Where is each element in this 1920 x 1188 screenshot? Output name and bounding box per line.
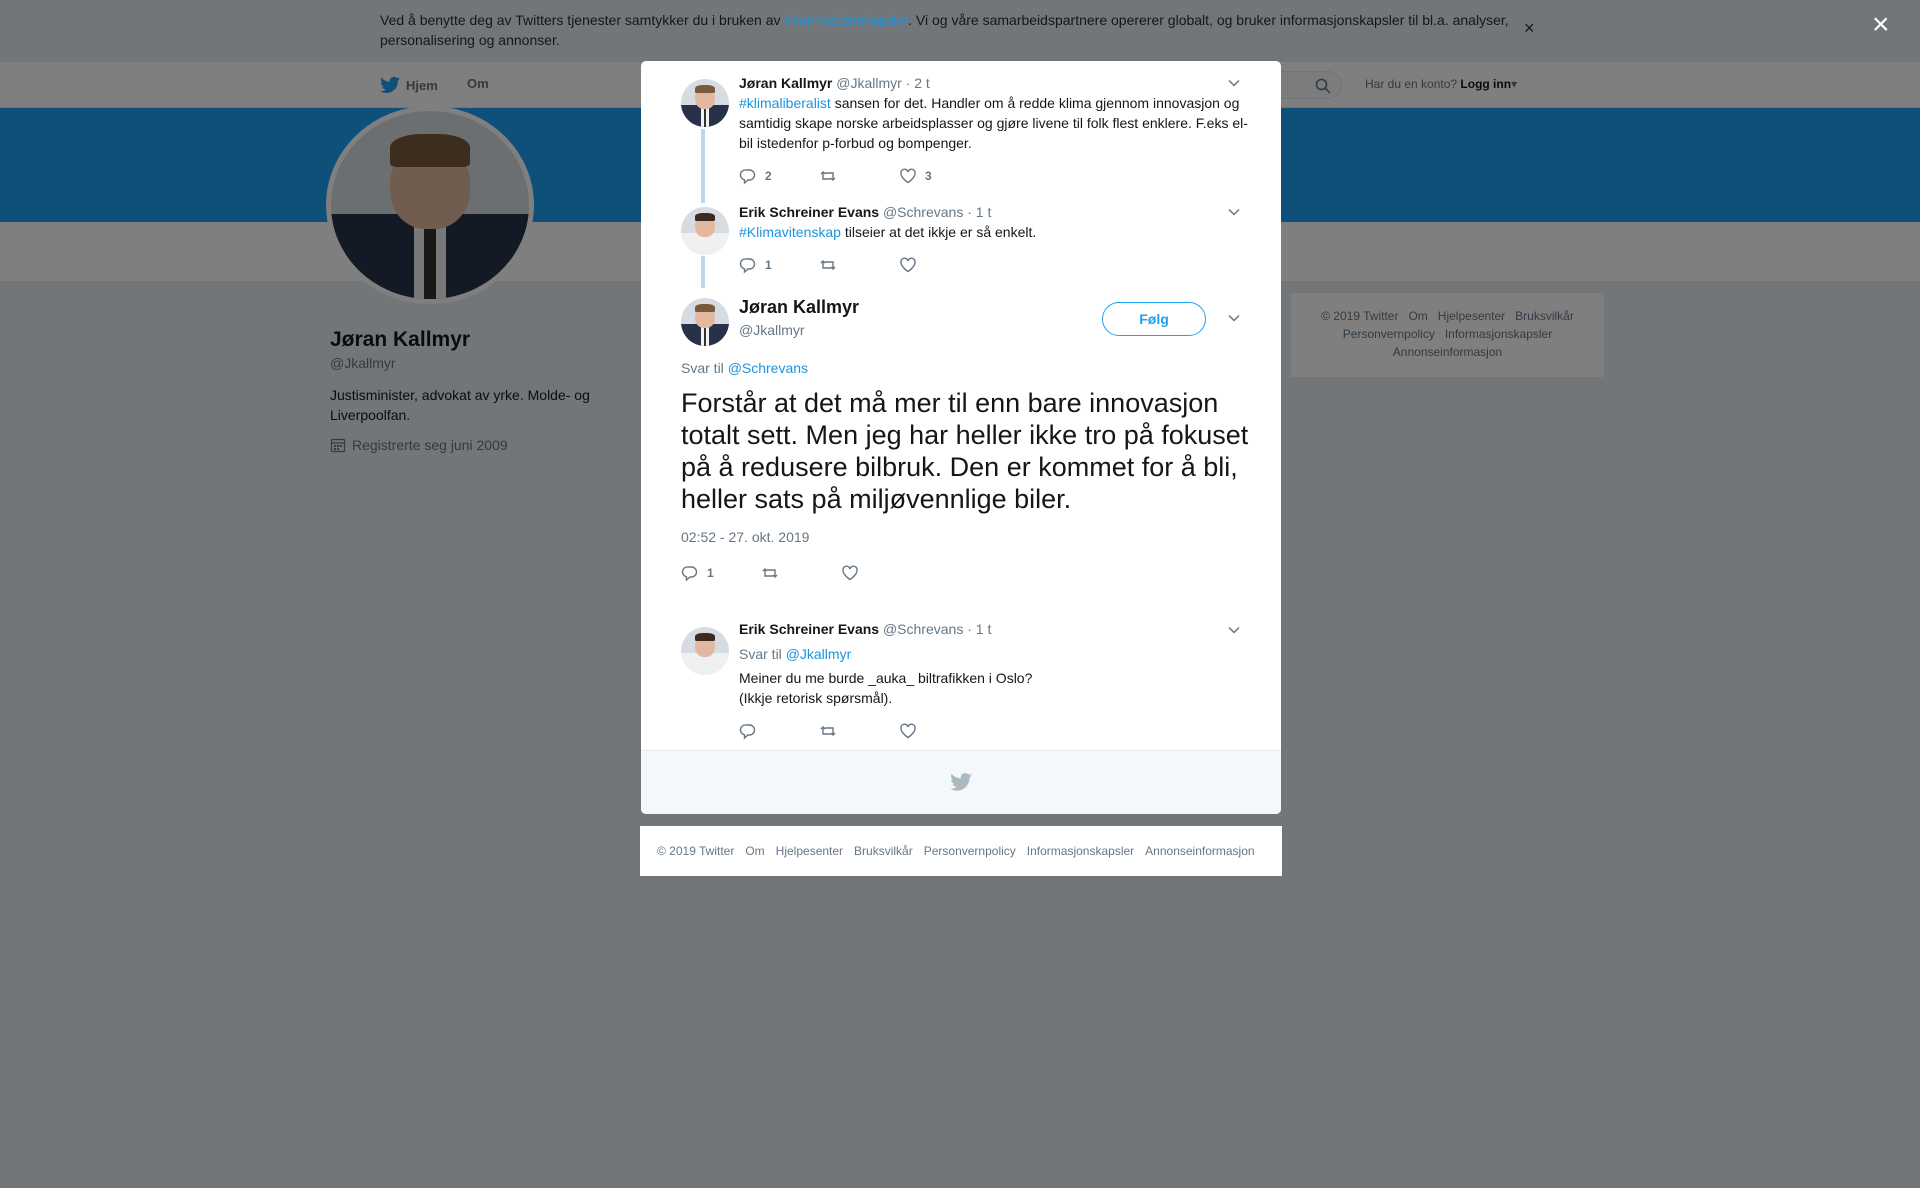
reply-button[interactable]: 2 (739, 167, 819, 185)
like-button[interactable] (841, 564, 921, 582)
tweet-time[interactable]: · 2 t (906, 75, 930, 91)
footer-link[interactable]: Hjelpesenter (776, 844, 843, 858)
tweet-text: #Klimavitenskap tilseier at det ikkje er… (739, 222, 1249, 242)
tweet-author-handle[interactable]: @Schrevans (883, 204, 963, 220)
twitter-bird-icon (950, 773, 972, 791)
cookie-text-before: Ved å benytte deg av Twitters tjenester … (380, 12, 785, 28)
reply-button[interactable]: 1 (739, 256, 819, 274)
tweet-actions: 2 3 (739, 166, 979, 186)
cookie-close-icon[interactable]: × (1524, 18, 1535, 39)
retweet-icon (762, 568, 778, 578)
tweet-author-handle[interactable]: @Schrevans (883, 621, 963, 637)
thread-line (701, 256, 705, 288)
reply-icon (739, 724, 756, 740)
heart-icon (842, 565, 858, 581)
tweet-time[interactable]: · 1 t (967, 621, 991, 637)
chevron-down-icon[interactable] (1226, 622, 1242, 638)
tweet-header: Erik Schreiner Evans @Schrevans · 1 t (739, 621, 991, 637)
reply-label: Svar til (739, 646, 786, 662)
tweet-time[interactable]: · 1 t (967, 204, 991, 220)
tweet-modal: Jøran Kallmyr @Jkallmyr · 2 t #klimalibe… (641, 61, 1281, 814)
avatar[interactable] (681, 627, 729, 675)
tweet-text-content: tilseier at det ikkje er så enkelt. (840, 224, 1037, 240)
tweet-author-name[interactable]: Erik Schreiner Evans (739, 204, 879, 220)
hashtag-link[interactable]: #Klimavitenskap (739, 224, 841, 240)
retweet-icon (820, 171, 836, 181)
chevron-down-icon[interactable] (1226, 75, 1242, 91)
retweet-button[interactable] (819, 167, 899, 185)
like-button[interactable] (899, 256, 979, 274)
like-button[interactable] (899, 722, 979, 740)
tweet-actions: 1 (739, 255, 979, 275)
main-tweet-text: Forstår at det må mer til enn bare innov… (681, 388, 1249, 514)
heart-icon (900, 723, 916, 739)
tweet-actions (739, 721, 979, 741)
main-tweet-actions: 1 (681, 563, 921, 583)
tweet-author-handle[interactable]: @Jkallmyr (836, 75, 902, 91)
reply-icon (739, 258, 756, 274)
reply-count: 1 (707, 566, 714, 580)
reply-context: Svar til @Schrevans (681, 360, 808, 376)
footer-link[interactable]: Annonseinformasjon (1145, 844, 1254, 858)
reply-icon (739, 169, 756, 185)
tweet-text-line: Meiner du me burde _auka_ biltrafikken i… (739, 670, 1033, 686)
modal-footer (641, 750, 1281, 814)
cookie-banner-dimmer: Ved å benytte deg av Twitters tjenester … (0, 0, 1920, 62)
reply-count: 1 (765, 258, 772, 272)
avatar[interactable] (681, 207, 729, 255)
like-count: 3 (925, 169, 932, 183)
main-tweet-author-name[interactable]: Jøran Kallmyr (739, 297, 859, 318)
thread-line (701, 129, 705, 203)
footer-link[interactable]: Bruksvilkår (854, 844, 913, 858)
tweet-author-name[interactable]: Jøran Kallmyr (739, 75, 832, 91)
reply-count: 2 (765, 169, 772, 183)
cookie-link[interactable]: informasjonskapsler (784, 12, 908, 28)
chevron-down-icon[interactable] (1226, 204, 1242, 220)
cookie-text: Ved å benytte deg av Twitters tjenester … (380, 10, 1530, 50)
tweet-text: #klimaliberalist sansen for det. Handler… (739, 93, 1249, 153)
reply-button[interactable]: 1 (681, 564, 761, 582)
like-button[interactable]: 3 (899, 167, 979, 185)
retweet-button[interactable] (761, 564, 841, 582)
retweet-icon (820, 726, 836, 736)
tweet-header: Jøran Kallmyr @Jkallmyr · 2 t (739, 75, 930, 91)
close-icon[interactable]: × (1872, 10, 1890, 40)
heart-icon (900, 257, 916, 273)
chevron-down-icon[interactable] (1226, 310, 1242, 326)
tweet-text: Meiner du me burde _auka_ biltrafikken i… (739, 668, 1249, 708)
main-tweet-author-handle[interactable]: @Jkallmyr (739, 322, 805, 338)
footer-link[interactable]: Informasjonskapsler (1027, 844, 1134, 858)
footer-link[interactable]: Personvernpolicy (924, 844, 1016, 858)
page-footer: © 2019 Twitter Om Hjelpesenter Bruksvilk… (640, 826, 1282, 876)
tweet-header: Erik Schreiner Evans @Schrevans · 1 t (739, 204, 991, 220)
footer-link[interactable]: Om (745, 844, 764, 858)
hashtag-link[interactable]: #klimaliberalist (739, 95, 831, 111)
heart-icon (900, 168, 916, 184)
reply-to-link[interactable]: @Jkallmyr (786, 646, 852, 662)
follow-button[interactable]: Følg (1102, 302, 1206, 336)
reply-context: Svar til @Jkallmyr (739, 644, 1249, 664)
reply-label: Svar til (681, 360, 728, 376)
retweet-button[interactable] (819, 256, 899, 274)
retweet-button[interactable] (819, 722, 899, 740)
avatar[interactable] (681, 79, 729, 127)
tweet-text-line: (Ikkje retorisk spørsmål). (739, 690, 893, 706)
main-tweet-timestamp[interactable]: 02:52 - 27. okt. 2019 (681, 529, 809, 545)
footer-copyright: © 2019 Twitter (657, 844, 735, 858)
reply-button[interactable] (739, 722, 819, 740)
main-tweet-avatar[interactable] (681, 298, 729, 346)
retweet-icon (820, 260, 836, 270)
reply-icon (681, 566, 698, 582)
tweet-author-name[interactable]: Erik Schreiner Evans (739, 621, 879, 637)
reply-to-link[interactable]: @Schrevans (728, 360, 808, 376)
